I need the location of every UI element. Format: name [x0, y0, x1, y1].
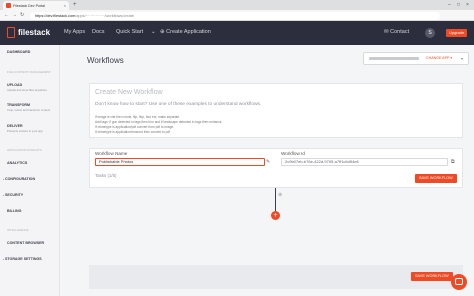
sidebar-item-analytics[interactable]: ANALYTICS [7, 161, 27, 165]
forward-button[interactable]: → [12, 11, 17, 20]
workflow-name-label: Workflow Name [95, 151, 128, 156]
sidebar: DASHBOARD FILE CONTENT MANAGEMENT UPLOAD… [0, 45, 60, 296]
chat-widget-button[interactable] [451, 274, 467, 290]
nav-docs[interactable]: Docs [92, 29, 105, 35]
edit-icon[interactable]: ✎ [266, 159, 270, 165]
chat-bubble-icon [455, 278, 463, 285]
avatar[interactable]: S [425, 28, 435, 38]
window-minimize-button[interactable]: – [448, 1, 451, 9]
sidebar-item-billing[interactable]: BILLING [7, 209, 21, 213]
example-item[interactable]: Add tags: if gun detected in tags then b… [95, 120, 222, 124]
sidebar-item-content-browser[interactable]: CONTENT BROWSER [7, 241, 44, 245]
sidebar-section-file-content: FILE CONTENT MANAGEMENT [7, 70, 51, 74]
address-bar-row: ← → ↻ https://dev.filestack.com/apps/···… [0, 10, 474, 21]
url-path: /apps/···············/workflows/create [75, 13, 134, 18]
nav-contact[interactable]: ✉ Contact [384, 29, 409, 35]
footer-save-workflow-button[interactable]: SAVE WORKFLOW [411, 272, 453, 281]
window-maximize-button[interactable]: □ [457, 1, 460, 9]
nav-my-apps[interactable]: My Apps [64, 29, 85, 35]
chevron-right-icon: › [3, 193, 4, 197]
create-workflow-card: Create New Workflow Don't know how to st… [89, 83, 463, 138]
workflow-id-field[interactable]: 2c9b07eb-b76e-422d-9705-a7ff1c6d54e6 [281, 158, 448, 166]
card-subtitle: Don't know how to start? Use one of thes… [95, 102, 262, 107]
flow-connector-line [275, 188, 276, 212]
browser-tab-title: Filestack Dev Portal [13, 3, 45, 8]
filestack-favicon-icon [6, 3, 11, 8]
card-title: Create New Workflow [95, 89, 163, 96]
sidebar-section-insights: APPLICATION INSIGHTS [7, 148, 42, 152]
sidebar-item-deliver[interactable]: DELIVER [7, 124, 23, 128]
change-app-link[interactable]: CHANGE APP ▾ [426, 56, 452, 60]
sidebar-item-upload[interactable]: UPLOAD [7, 83, 22, 87]
browser-tab[interactable]: Filestack Dev Portal × [3, 1, 69, 10]
url-host: https://dev.filestack.com [35, 13, 76, 18]
sidebar-item-label: SECURITY [5, 193, 24, 197]
tab-close-icon[interactable]: × [64, 3, 66, 8]
back-button[interactable]: ← [4, 11, 9, 20]
filestack-logo[interactable]: filestack [7, 27, 50, 38]
sidebar-item-label: STORAGE SETTINGS [5, 257, 42, 261]
chevron-down-icon[interactable]: ▾ [461, 56, 463, 61]
upgrade-button[interactable]: Upgrade [446, 29, 468, 37]
filestack-logo-icon [7, 27, 15, 38]
workflow-form-card: Workflow Name Publishable Photos ✎ Workf… [89, 148, 463, 188]
nav-create-application[interactable]: ⊕ Create Application [160, 29, 211, 35]
workflow-name-input[interactable]: Publishable Photos [95, 158, 265, 166]
nav-quick-start[interactable]: Quick Start [116, 29, 143, 35]
sidebar-item-configuration[interactable]: ›CONFIGURATION [3, 177, 35, 181]
footer-bar: SAVE WORKFLOW [89, 265, 463, 289]
workflow-id-label: Workflow Id [281, 151, 305, 156]
app-selector[interactable]: CHANGE APP ▾ ▾ [363, 52, 469, 65]
copy-icon[interactable]: ⧉ [451, 159, 455, 165]
sidebar-item-transform[interactable]: TRANSFORM [7, 103, 30, 107]
sidebar-section-intelligence: INTELLIGENCE [7, 228, 29, 232]
window-close-button[interactable]: × [466, 1, 469, 9]
sidebar-item-label: CONFIGURATION [5, 177, 36, 181]
logo-text: filestack [18, 28, 51, 37]
sidebar-transform-description: Crop, resize and transform content [7, 108, 51, 112]
browser-tab-bar: Filestack Dev Portal × + – □ × [0, 0, 474, 10]
sidebar-item-security[interactable]: ›SECURITY [3, 193, 23, 197]
url-input[interactable]: https://dev.filestack.com/apps/·········… [30, 11, 440, 20]
sidebar-item-storage-settings[interactable]: ›STORAGE SETTINGS [3, 257, 42, 261]
example-item[interactable]: If mimetype is application/pdf convert f… [95, 125, 174, 129]
chevron-right-icon: › [3, 257, 4, 261]
sidebar-upload-description: Upload and store files anywhere [7, 88, 47, 92]
tasks-count: Tasks (1/5) [95, 173, 117, 178]
top-navigation: filestack My Apps Docs Quick Start ⌄ ⊕ C… [0, 21, 474, 45]
app-selector-value [369, 57, 419, 60]
save-workflow-button[interactable]: SAVE WORKFLOW [415, 174, 457, 183]
page-title: Workflows [87, 56, 124, 65]
reload-button[interactable]: ↻ [20, 11, 24, 20]
sidebar-item-dashboard[interactable]: DASHBOARD [7, 50, 30, 54]
sidebar-deliver-description: Presents content to your app [7, 129, 43, 133]
new-tab-button[interactable]: + [73, 1, 77, 9]
chevron-down-icon[interactable]: ⌄ [151, 29, 156, 35]
example-item[interactable]: If mimetype is application/msword then c… [95, 130, 170, 134]
chevron-right-icon: › [3, 177, 4, 181]
example-item[interactable]: If image is vite then crone, flip, flop,… [95, 115, 180, 119]
add-node-icon[interactable]: ⊕ [278, 192, 282, 198]
add-task-button[interactable]: + [271, 211, 280, 220]
